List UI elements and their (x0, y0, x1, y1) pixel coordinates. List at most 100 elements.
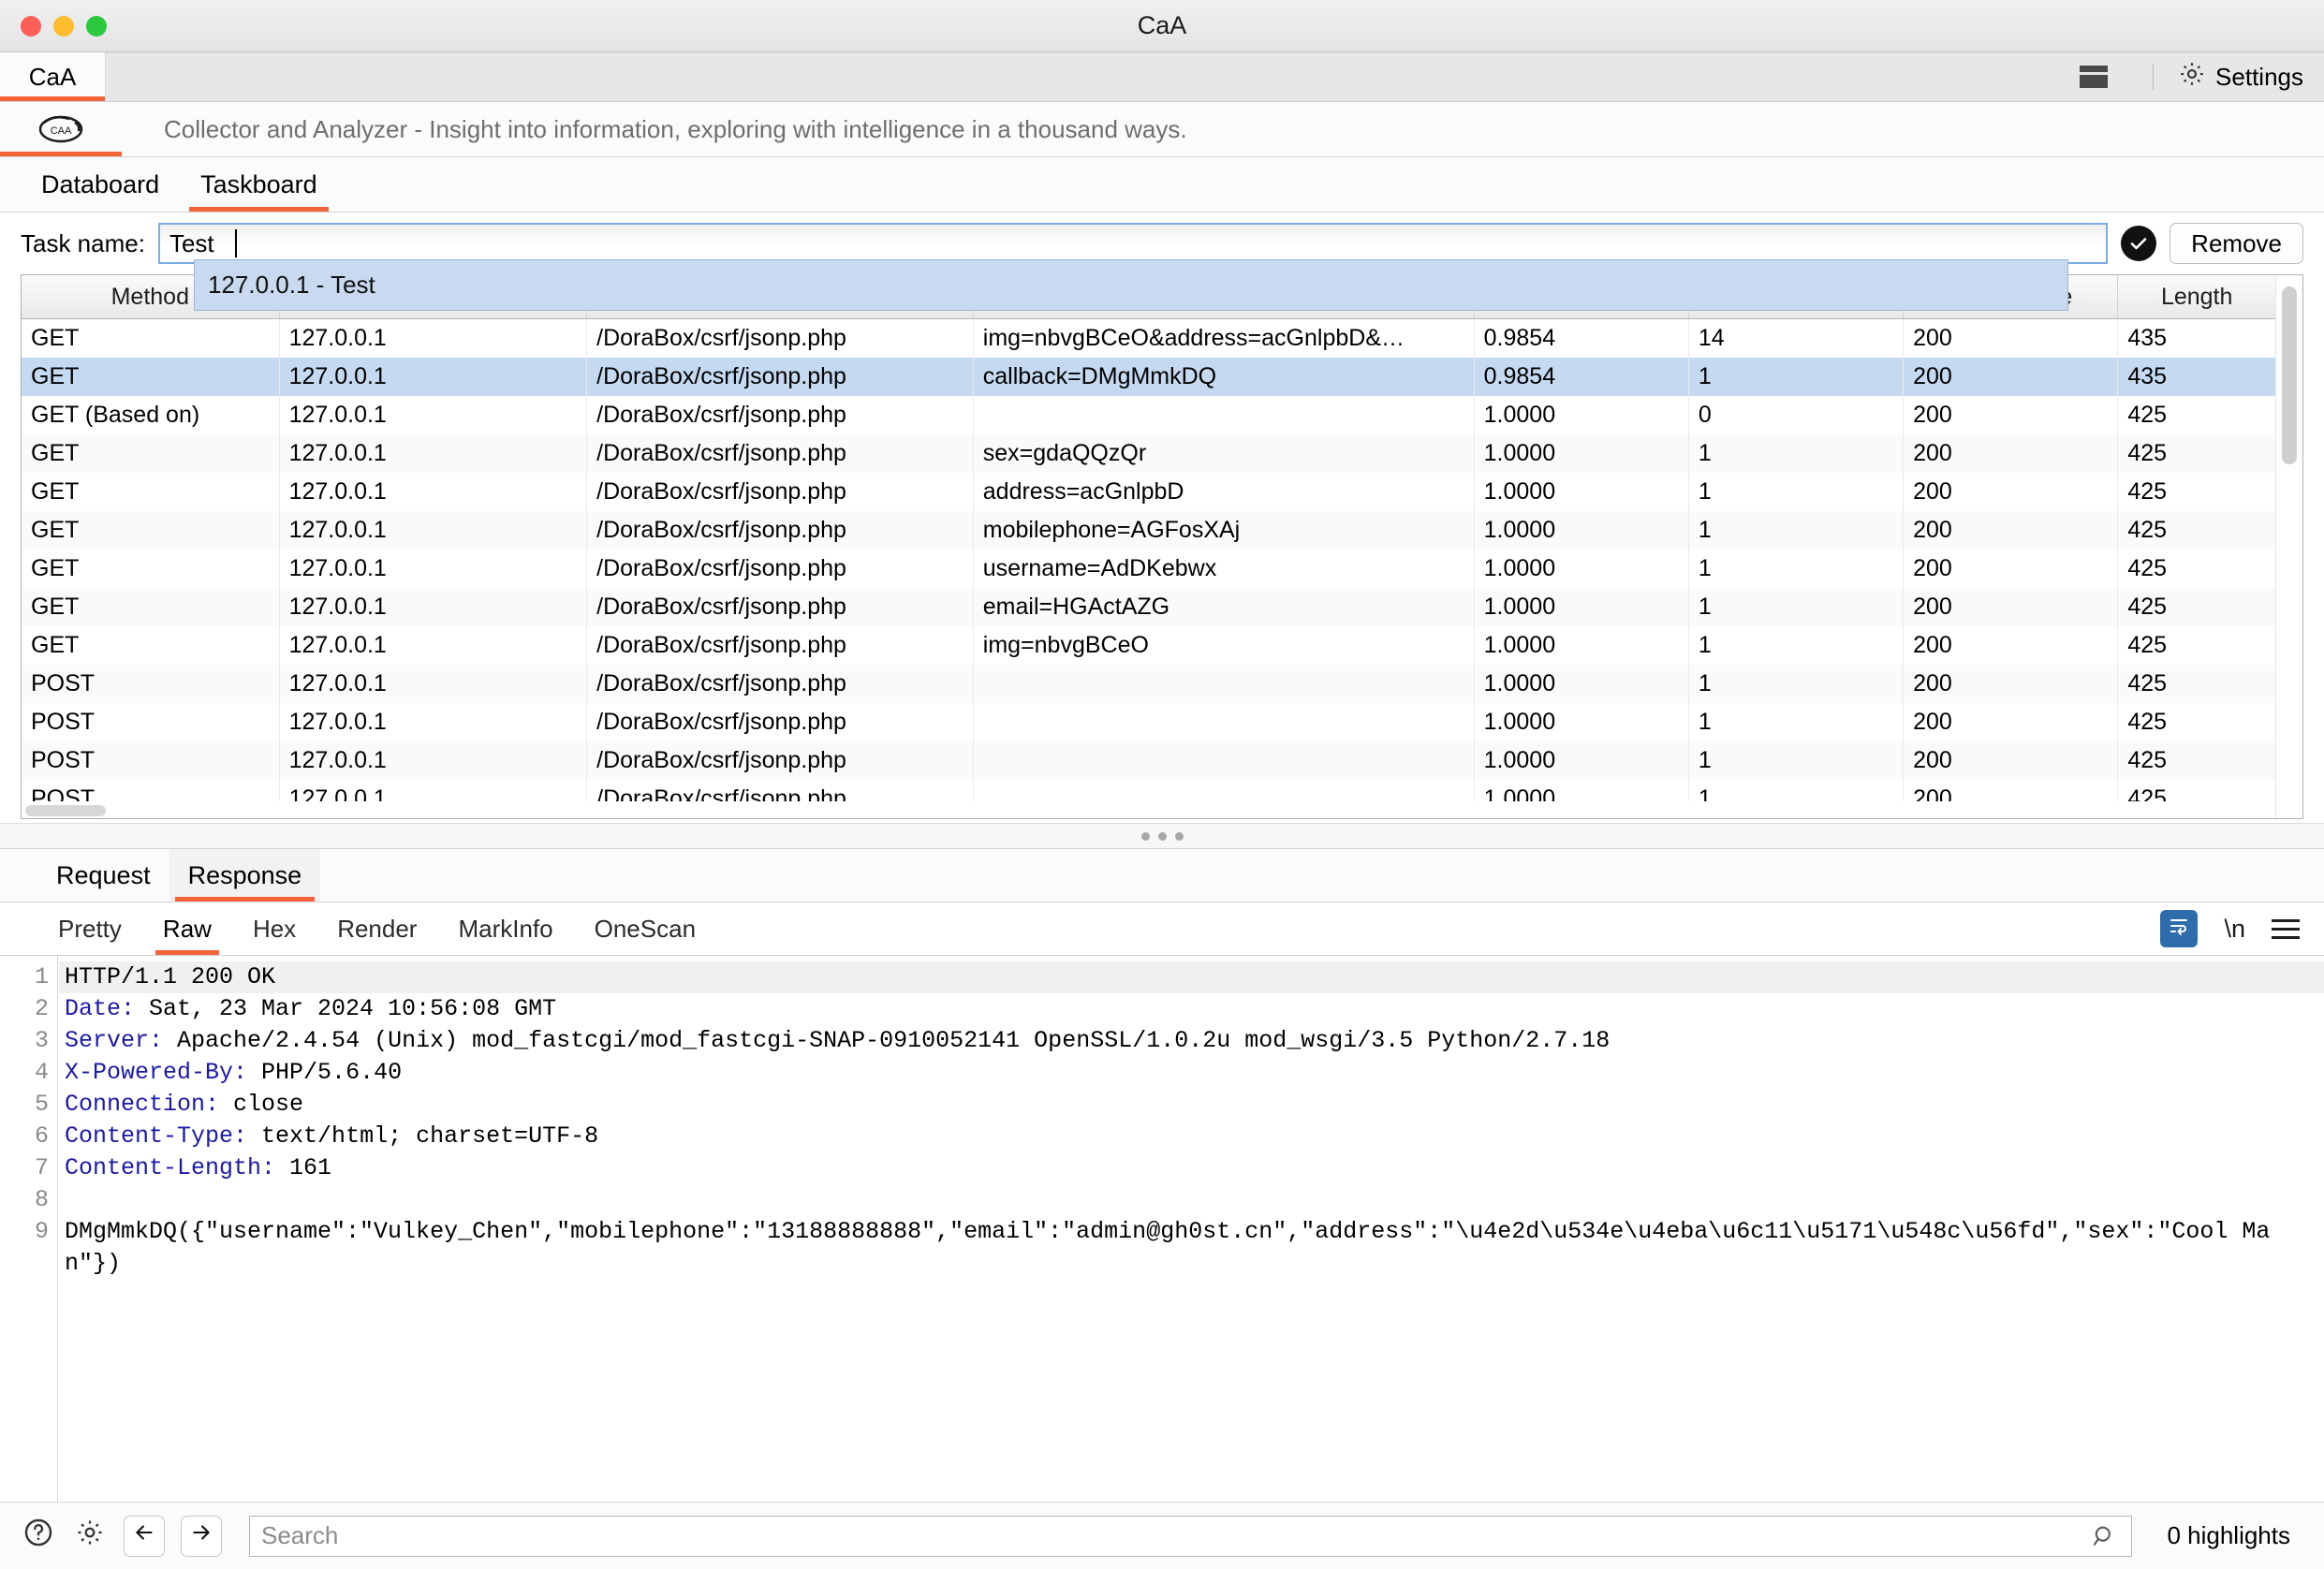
header-value: Apache/2.4.54 (Unix) mod_fastcgi/mod_fas… (163, 1027, 1610, 1054)
newline-toggle[interactable]: \n (2224, 915, 2245, 944)
table-row[interactable]: GET 127.0.0.1 /DoraBox/csrf/jsonp.php ca… (22, 358, 2275, 396)
tab-request[interactable]: Request (37, 849, 169, 902)
tab-caa-label: CaA (29, 63, 77, 92)
app-tagline: Collector and Analyzer - Insight into in… (164, 115, 1187, 144)
cell-param-count: 0 (1688, 396, 1903, 434)
cell-length: 435 (2118, 319, 2275, 359)
cell-query: img=nbvgBCeO (973, 626, 1474, 665)
caa-logo: CAA (0, 102, 122, 156)
cell-status-code: 200 (1904, 473, 2118, 511)
header-value: close (219, 1091, 303, 1118)
search-previous-button[interactable] (124, 1516, 165, 1557)
window-title: CaA (0, 11, 2324, 40)
table-vertical-scrollbar[interactable] (2275, 275, 2302, 818)
panel-splitter[interactable] (0, 823, 2324, 849)
cell-host: 127.0.0.1 (279, 396, 587, 434)
minimize-window-button[interactable] (53, 16, 74, 37)
word-wrap-toggle[interactable] (2160, 910, 2198, 947)
response-raw-viewer[interactable]: 1 2 3 4 5 6 7 8 9 HTTP/1.1 200 OK Date: … (0, 956, 2324, 1503)
tab-markinfo[interactable]: MarkInfo (437, 902, 573, 955)
tab-render[interactable]: Render (316, 902, 437, 955)
table-row[interactable]: GET (Based on) 127.0.0.1 /DoraBox/csrf/j… (22, 396, 2275, 434)
requests-table: Method Host Path Query Similarity∧ Param… (21, 274, 2303, 819)
column-header-length[interactable]: Length (2118, 275, 2275, 319)
tab-onescan[interactable]: OneScan (574, 902, 716, 955)
table-horizontal-scrollbar[interactable] (22, 801, 2249, 818)
table-row[interactable]: GET 127.0.0.1 /DoraBox/csrf/jsonp.php im… (22, 319, 2275, 359)
cell-similarity: 0.9854 (1474, 358, 1688, 396)
arrow-left-icon (132, 1520, 156, 1551)
table-horizontal-scroll-thumb[interactable] (25, 805, 106, 816)
cell-similarity: 1.0000 (1474, 550, 1688, 588)
cell-status-code: 200 (1904, 319, 2118, 359)
cell-param-count: 1 (1688, 434, 1903, 473)
table-row[interactable]: GET 127.0.0.1 /DoraBox/csrf/jsonp.php mo… (22, 511, 2275, 550)
response-body-line: DMgMmkDQ({"username":"Vulkey_Chen","mobi… (59, 1216, 2324, 1280)
window-layout-button[interactable] (2059, 66, 2128, 88)
cell-path: /DoraBox/csrf/jsonp.php (587, 511, 974, 550)
cell-method: GET (22, 434, 279, 473)
tab-strip-actions: Settings (2059, 52, 2324, 101)
search-settings-button[interactable] (72, 1518, 108, 1554)
settings-button[interactable]: Settings (2178, 60, 2303, 95)
cell-path: /DoraBox/csrf/jsonp.php (587, 473, 974, 511)
table-vertical-scroll-thumb[interactable] (2282, 286, 2297, 464)
confirm-task-button[interactable] (2121, 226, 2156, 261)
cell-host: 127.0.0.1 (279, 434, 587, 473)
highlight-count: 0 highlights (2167, 1521, 2290, 1550)
cell-param-count: 1 (1688, 473, 1903, 511)
tab-raw[interactable]: Raw (142, 902, 232, 955)
tab-taskboard[interactable]: Taskboard (180, 157, 338, 212)
table-row[interactable]: GET 127.0.0.1 /DoraBox/csrf/jsonp.php us… (22, 550, 2275, 588)
cell-method: POST (22, 665, 279, 703)
cell-similarity: 1.0000 (1474, 588, 1688, 626)
tab-databoard[interactable]: Databoard (21, 157, 180, 212)
search-input[interactable] (249, 1516, 2132, 1557)
cell-status-code: 200 (1904, 665, 2118, 703)
table-row[interactable]: POST 127.0.0.1 /DoraBox/csrf/jsonp.php 1… (22, 703, 2275, 741)
search-icon[interactable] (2091, 1523, 2117, 1556)
cell-query (973, 665, 1474, 703)
cell-length: 425 (2118, 473, 2275, 511)
tab-pretty[interactable]: Pretty (37, 902, 142, 955)
table-row[interactable]: GET 127.0.0.1 /DoraBox/csrf/jsonp.php se… (22, 434, 2275, 473)
tab-hex[interactable]: Hex (232, 902, 316, 955)
cell-query: email=HGActAZG (973, 588, 1474, 626)
table-row[interactable]: GET 127.0.0.1 /DoraBox/csrf/jsonp.php em… (22, 588, 2275, 626)
tab-taskboard-label: Taskboard (200, 170, 317, 199)
table-row[interactable]: GET 127.0.0.1 /DoraBox/csrf/jsonp.php ad… (22, 473, 2275, 511)
view-tab-tools: \n (2160, 902, 2324, 955)
task-name-autocomplete[interactable]: 127.0.0.1 - Test (194, 259, 2068, 311)
line-number: 3 (0, 1025, 57, 1057)
close-window-button[interactable] (21, 16, 41, 37)
line-number-gutter: 1 2 3 4 5 6 7 8 9 (0, 956, 58, 1503)
search-next-button[interactable] (181, 1516, 222, 1557)
task-name-input-wrapper (158, 223, 2108, 264)
hamburger-menu-icon[interactable] (2272, 919, 2300, 939)
cell-path: /DoraBox/csrf/jsonp.php (587, 703, 974, 741)
autocomplete-item[interactable]: 127.0.0.1 - Test (195, 267, 2067, 303)
tab-caa[interactable]: CaA (0, 52, 106, 101)
help-button[interactable] (21, 1518, 56, 1554)
cell-param-count: 1 (1688, 665, 1903, 703)
cell-param-count: 1 (1688, 588, 1903, 626)
requests-table-body: GET 127.0.0.1 /DoraBox/csrf/jsonp.php im… (22, 319, 2275, 819)
remove-button[interactable]: Remove (2170, 223, 2303, 264)
zoom-window-button[interactable] (86, 16, 107, 37)
header-key: Server: (65, 1027, 163, 1054)
cell-param-count: 1 (1688, 741, 1903, 780)
table-row[interactable]: POST 127.0.0.1 /DoraBox/csrf/jsonp.php 1… (22, 741, 2275, 780)
cell-length: 425 (2118, 665, 2275, 703)
header-value: 161 (275, 1154, 331, 1181)
header-key: Date: (65, 995, 135, 1022)
task-name-input[interactable] (158, 223, 2108, 264)
line-number: 2 (0, 993, 57, 1025)
cell-length: 435 (2118, 358, 2275, 396)
tab-response[interactable]: Response (169, 849, 321, 902)
response-line (59, 1184, 2324, 1216)
table-row[interactable]: POST 127.0.0.1 /DoraBox/csrf/jsonp.php 1… (22, 665, 2275, 703)
table-row[interactable]: GET 127.0.0.1 /DoraBox/csrf/jsonp.php im… (22, 626, 2275, 665)
tab-onescan-label: OneScan (595, 915, 696, 944)
cell-method: GET (22, 588, 279, 626)
splitter-dot (1141, 832, 1150, 841)
